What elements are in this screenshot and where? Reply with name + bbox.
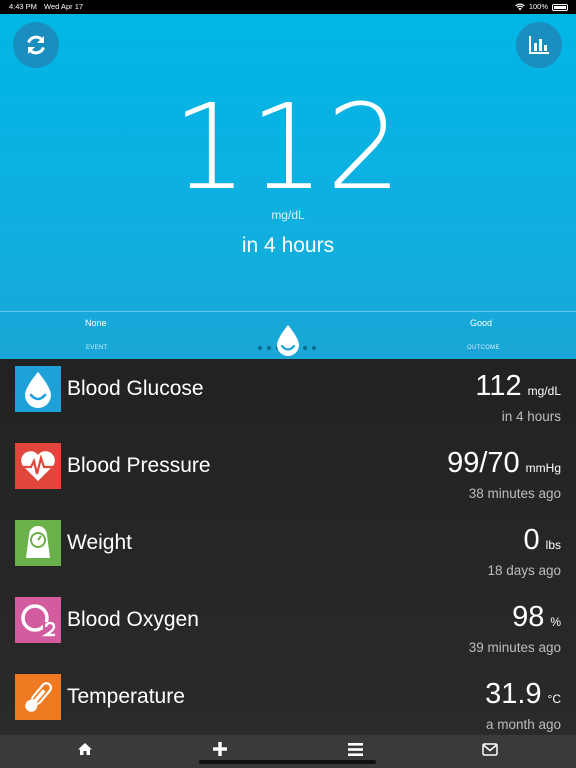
event-label: EVENT [86, 345, 108, 351]
metrics-list: Blood Glucose 112 mg/dL in 4 hours Blood … [0, 359, 576, 734]
metric-unit: mmHg [525, 461, 561, 475]
metric-name: Temperature [67, 685, 185, 708]
menu-icon [347, 742, 363, 756]
outcome-value: Good [470, 318, 493, 328]
metric-time: 18 days ago [487, 563, 561, 578]
status-right: 100% [515, 0, 568, 14]
thermometer-icon [15, 674, 61, 720]
plus-icon [213, 742, 227, 756]
wifi-icon [515, 3, 525, 11]
hero-value: 112 [172, 78, 404, 216]
metric-name: Blood Pressure [67, 454, 211, 477]
metric-unit: °C [547, 692, 561, 706]
water-drop-icon [274, 324, 302, 358]
chart-button[interactable] [516, 22, 562, 68]
status-date: Wed Apr 17 [44, 2, 84, 11]
metric-time: a month ago [485, 717, 561, 732]
list-item-blood-pressure[interactable]: Blood Pressure 99/70 mmHg 38 minutes ago [0, 436, 576, 513]
hero-unit: mg/dL [271, 208, 305, 222]
metric-name: Blood Oxygen [67, 608, 199, 631]
refresh-icon [27, 35, 45, 55]
list-item-blood-oxygen[interactable]: Blood Oxygen 98% 39 minutes ago [0, 590, 576, 667]
battery-percent: 100% [528, 2, 548, 11]
refresh-button[interactable] [13, 22, 59, 68]
metric-number: 99/70 [447, 447, 520, 479]
mail-icon [482, 742, 498, 756]
page-dot[interactable] [258, 346, 262, 350]
metric-unit: mg/dL [527, 384, 561, 398]
hero-time: in 4 hours [241, 234, 335, 257]
metric-number: 98 [512, 601, 545, 633]
bar-chart-icon [529, 36, 549, 54]
list-item-blood-glucose[interactable]: Blood Glucose 112 mg/dL in 4 hours [0, 359, 576, 436]
home-indicator[interactable] [199, 760, 376, 764]
status-time: 4:43 PM [9, 2, 37, 11]
metric-unit: % [550, 615, 561, 629]
battery-icon [552, 3, 568, 11]
outcome-label: OUTCOME [467, 345, 500, 351]
metric-value: 98% [512, 601, 561, 634]
metric-number: 0 [523, 524, 540, 556]
metric-value: 31.9 °C [485, 678, 561, 711]
page-dot[interactable] [312, 346, 316, 350]
metric-number: 112 [475, 370, 522, 402]
tab-home[interactable] [13, 735, 157, 763]
metric-unit: lbs [545, 538, 561, 552]
oxygen-o2-icon [15, 597, 61, 643]
water-drop-icon [15, 366, 61, 412]
tab-add[interactable] [148, 735, 292, 763]
metric-value: 99/70 mmHg [447, 447, 561, 480]
list-item-temperature[interactable]: Temperature 31.9 °C a month ago [0, 667, 576, 744]
metric-name: Weight [67, 531, 132, 554]
metric-name: Blood Glucose [67, 377, 204, 400]
metric-time: 38 minutes ago [468, 486, 561, 501]
metric-time: in 4 hours [501, 409, 561, 424]
scale-icon [15, 520, 61, 566]
list-item-weight[interactable]: Weight 0 lbs 18 days ago [0, 513, 576, 590]
metric-value: 0 lbs [524, 524, 561, 557]
page-dot[interactable] [267, 346, 271, 350]
tab-mail[interactable] [418, 735, 562, 763]
metric-time: 39 minutes ago [468, 640, 561, 655]
hero-divider [0, 311, 576, 312]
page-dot[interactable] [303, 346, 307, 350]
tab-menu[interactable] [283, 735, 427, 763]
status-bar: 4:43 PM Wed Apr 17 100% [0, 0, 576, 14]
metric-value: 112 mg/dL [475, 370, 561, 403]
home-icon [78, 743, 92, 755]
metric-number: 31.9 [485, 678, 542, 710]
heart-pulse-icon [15, 443, 61, 489]
event-value: None [85, 318, 107, 328]
hero-panel: 112 mg/dL in 4 hours None EVENT Good OUT… [0, 14, 576, 359]
